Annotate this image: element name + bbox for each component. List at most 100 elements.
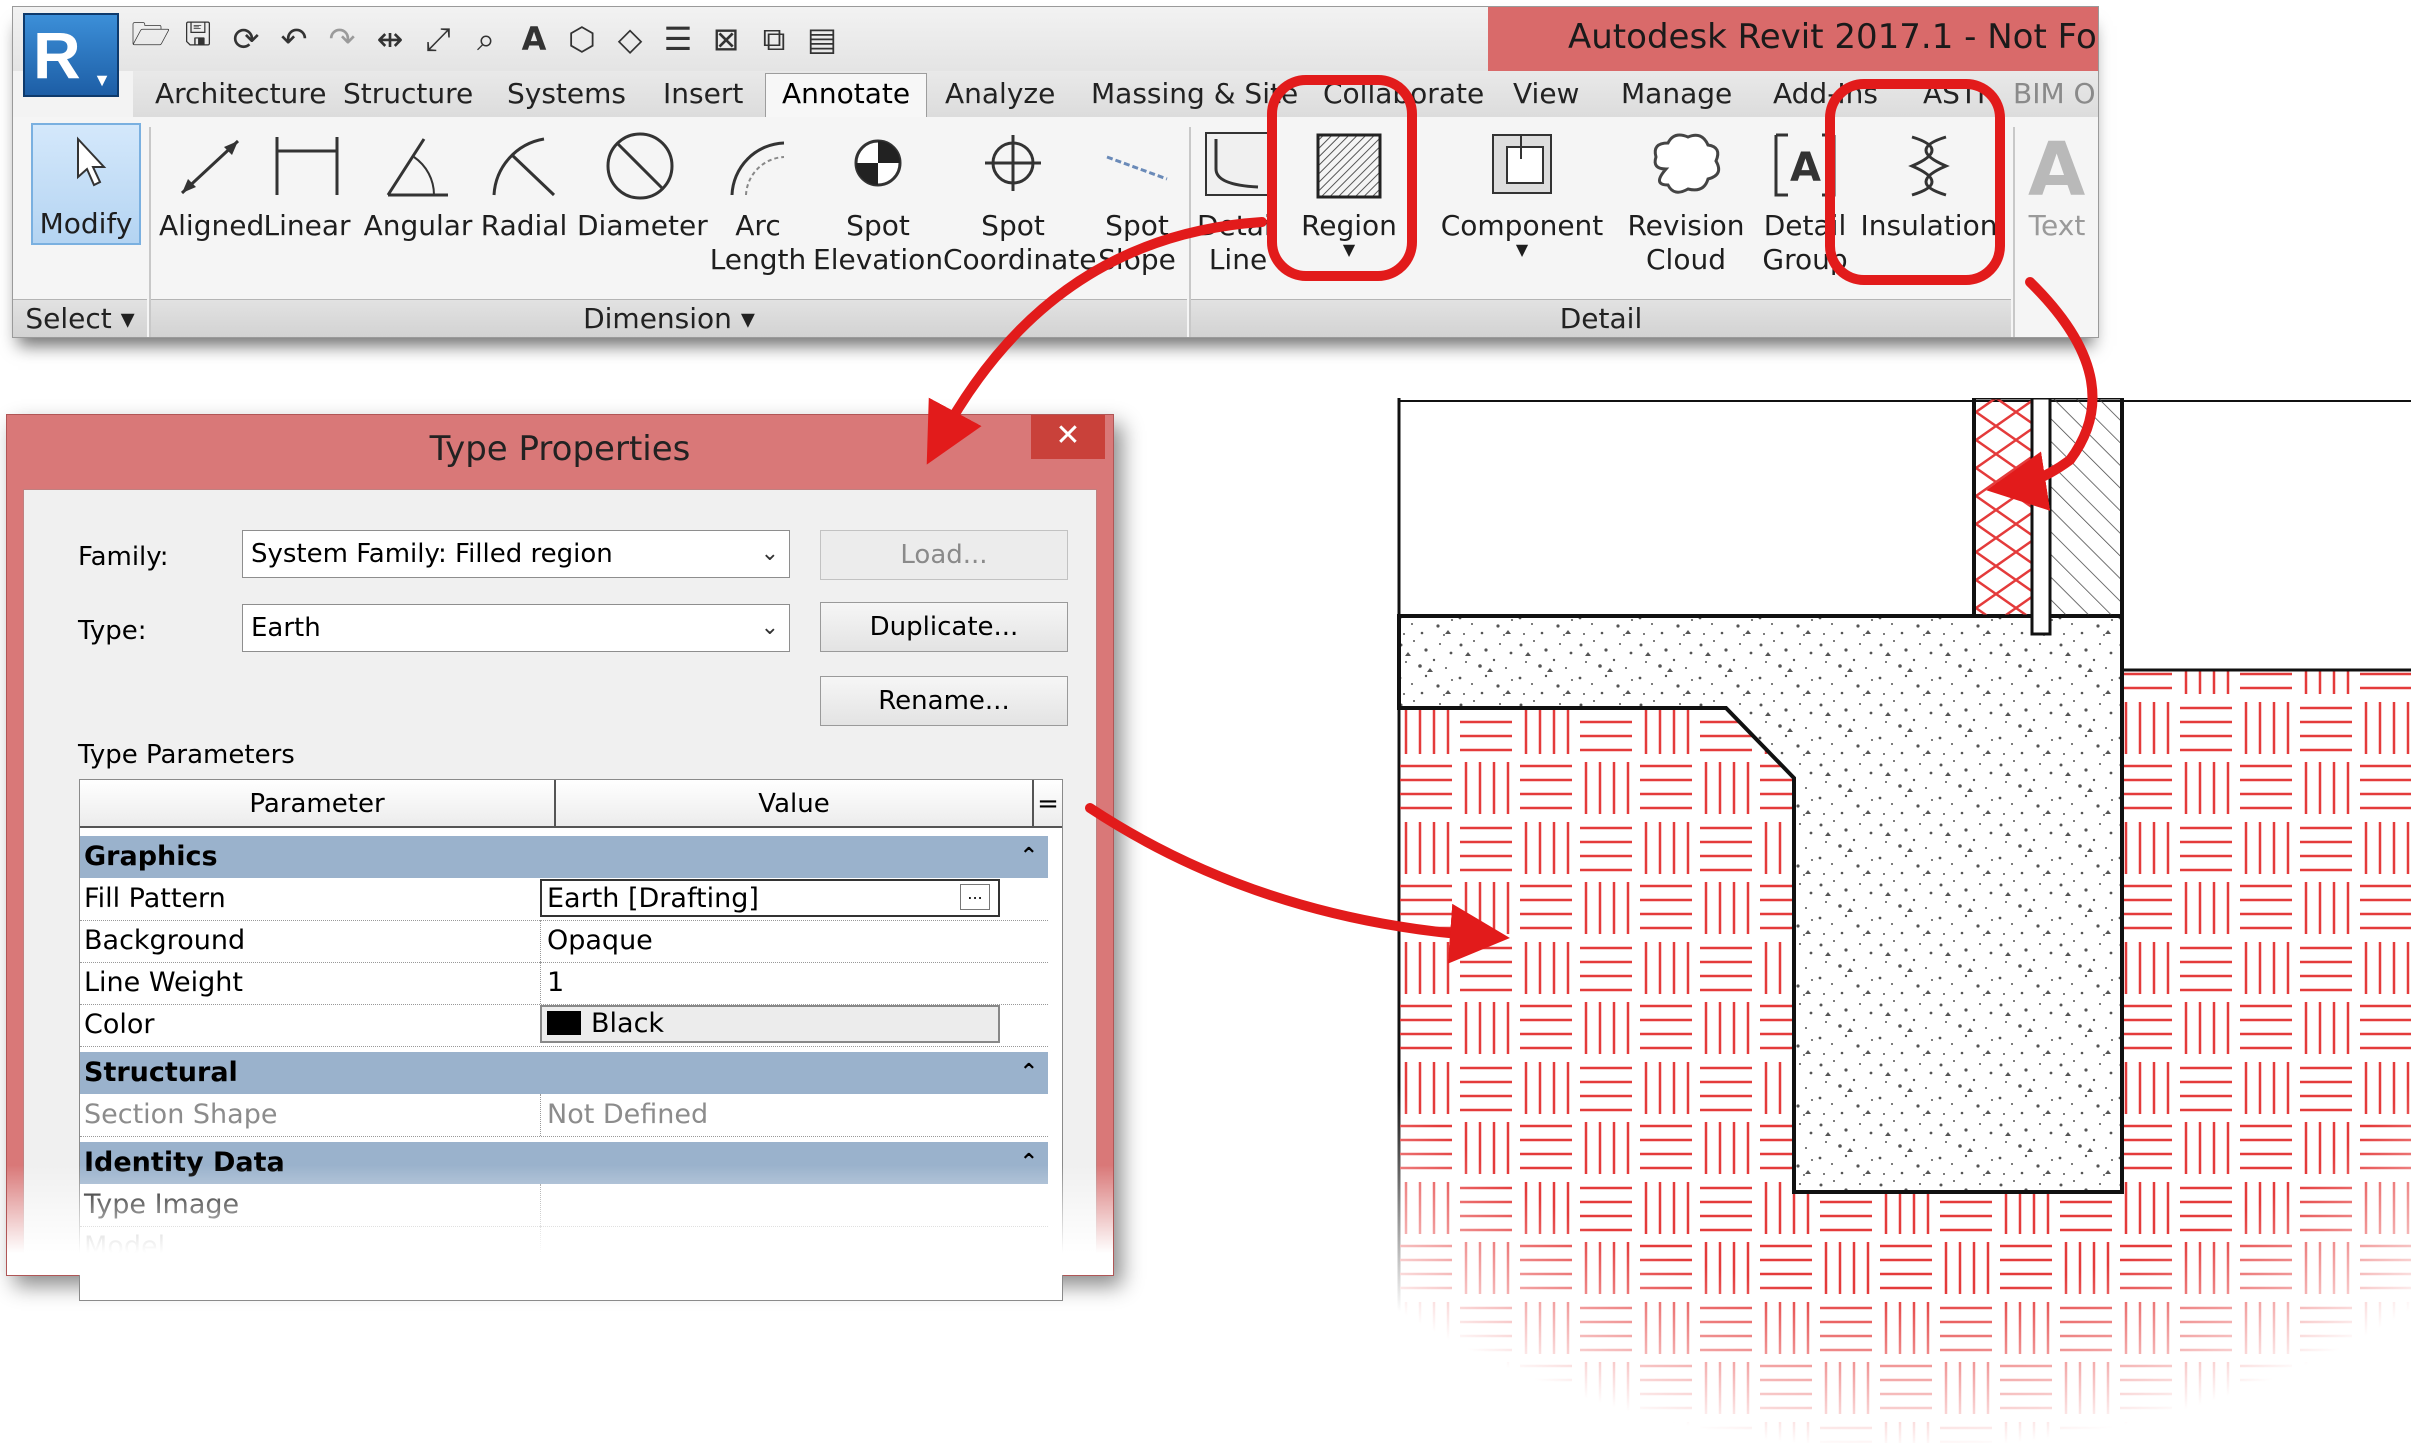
close-button[interactable]: ✕	[1031, 415, 1105, 459]
radial-dimension-button[interactable]: Radial	[479, 129, 569, 243]
rename-button[interactable]: Rename...	[820, 676, 1068, 726]
type-properties-dialog: Type Properties ✕ Family: System Family:…	[6, 414, 1114, 1301]
tab-annotate[interactable]: Annotate	[765, 73, 928, 120]
param-name: Fill Pattern	[84, 883, 226, 914]
switch-windows-icon[interactable]: ⧉	[755, 20, 793, 59]
sync-icon[interactable]: ⟳	[227, 20, 265, 58]
table-row[interactable]: Line Weight 1	[80, 962, 1048, 1005]
arc-length-button[interactable]: Arc Length	[703, 129, 813, 277]
measure-icon[interactable]: ⇹	[371, 20, 409, 58]
tab-add-ins[interactable]: Add-Ins	[1773, 77, 1878, 110]
detail-panel-footer[interactable]: Detail	[1191, 299, 2011, 337]
tab-structure[interactable]: Structure	[343, 77, 473, 110]
component-button[interactable]: Component ▼	[1437, 129, 1607, 258]
tab-analyze[interactable]: Analyze	[945, 77, 1055, 110]
browse-button[interactable]: ...	[960, 884, 990, 910]
tab-systems[interactable]: Systems	[507, 77, 626, 110]
linear-label: Linear	[263, 209, 351, 242]
section-identity-data[interactable]: Identity Data ⌃	[80, 1142, 1048, 1184]
detail-group-label: Detail Group	[1762, 209, 1848, 276]
type-parameters-label: Type Parameters	[78, 740, 295, 770]
tab-insert[interactable]: Insert	[663, 77, 743, 110]
detail-line-button[interactable]: Detail Line	[1197, 129, 1279, 277]
text-button[interactable]: A Text	[2019, 129, 2095, 243]
redo-icon[interactable]: ↷	[323, 20, 361, 58]
aligned-dimension-button[interactable]: Aligned	[159, 129, 264, 243]
linear-dimension-button[interactable]: Linear	[263, 129, 351, 243]
column-header-value[interactable]: Value	[556, 780, 1034, 828]
param-name: Line Weight	[84, 967, 243, 998]
tab-collaborate[interactable]: Collaborate	[1323, 77, 1484, 110]
tab-architecture[interactable]: Architecture	[155, 77, 326, 110]
param-value[interactable]: 1	[547, 967, 564, 998]
type-select[interactable]: Earth ⌄	[242, 604, 790, 652]
table-row[interactable]: Type Image	[80, 1184, 1048, 1227]
aligned-dimension-icon	[180, 139, 240, 195]
3d-view-icon[interactable]: ⬡	[563, 20, 601, 58]
tab-massing-site[interactable]: Massing & Site	[1091, 77, 1298, 110]
chevron-down-icon[interactable]: ▼	[1437, 242, 1607, 258]
tab-manage[interactable]: Manage	[1621, 77, 1732, 110]
table-row[interactable]: Model	[80, 1226, 1048, 1269]
text-icon[interactable]: A	[515, 20, 553, 58]
collapse-icon[interactable]: ⌃	[1020, 1052, 1038, 1094]
modify-button[interactable]: Modify	[31, 123, 141, 245]
revision-cloud-button[interactable]: Revision Cloud	[1621, 129, 1751, 277]
text-icon: A	[2028, 129, 2085, 203]
param-name: Model	[84, 1231, 166, 1262]
section-graphics[interactable]: Graphics ⌃	[80, 836, 1048, 878]
angular-dimension-button[interactable]: Angular	[363, 129, 473, 243]
family-select[interactable]: System Family: Filled region ⌄	[242, 530, 790, 578]
dimension-icon[interactable]: ⤢	[419, 20, 457, 59]
param-value[interactable]: Earth [Drafting]	[547, 883, 759, 914]
insulation-button[interactable]: Insulation	[1859, 129, 1999, 243]
dialog-title: Type Properties	[429, 429, 691, 469]
chevron-down-icon[interactable]: ▼	[1289, 242, 1409, 258]
svg-text:A: A	[2028, 129, 2085, 203]
column-header-parameter[interactable]: Parameter	[80, 780, 556, 828]
undo-icon[interactable]: ↶	[275, 20, 313, 58]
diameter-dimension-button[interactable]: Diameter	[577, 129, 708, 243]
collapse-icon[interactable]: ⌃	[1020, 836, 1038, 878]
linear-dimension-icon	[275, 137, 339, 195]
select-panel-footer[interactable]: Select ▾	[13, 299, 147, 337]
table-row[interactable]: Background Opaque	[80, 920, 1048, 963]
angular-label: Angular	[363, 209, 473, 242]
section-structural[interactable]: Structural ⌃	[80, 1052, 1048, 1094]
type-value: Earth	[251, 613, 321, 643]
wall-masonry[interactable]	[2048, 398, 2124, 618]
param-value[interactable]: Black	[547, 1008, 664, 1039]
diameter-label: Diameter	[577, 209, 708, 242]
spot-coordinate-button[interactable]: Spot Coordinate	[943, 129, 1097, 277]
detail-group-button[interactable]: A Detail Group	[1757, 129, 1853, 277]
thin-lines-icon[interactable]: ☰	[659, 20, 697, 58]
table-row[interactable]: Fill Pattern Earth [Drafting] ...	[80, 878, 1048, 921]
chevron-down-icon: ⌄	[760, 615, 779, 640]
save-icon[interactable]: 🖫	[179, 12, 217, 66]
spot-slope-button[interactable]: Spot Slope	[1089, 129, 1185, 277]
spot-elevation-button[interactable]: Spot Elevation	[813, 129, 943, 277]
region-button[interactable]: Region ▼	[1289, 129, 1409, 258]
param-value[interactable]: Opaque	[547, 925, 653, 956]
dimension-panel-footer[interactable]: Dimension ▾	[151, 299, 1187, 337]
tab-asti[interactable]: ASTI	[1923, 77, 1985, 110]
radial-label: Radial	[480, 209, 568, 242]
column-header-formula[interactable]: =	[1034, 780, 1062, 828]
user-interface-icon[interactable]: ▤	[803, 20, 841, 58]
collapse-icon[interactable]: ⌃	[1020, 1142, 1038, 1184]
detail-section-drawing	[1396, 398, 2411, 1443]
tab-view[interactable]: View	[1513, 77, 1579, 110]
close-hidden-icon[interactable]: ⊠	[707, 20, 745, 58]
svg-text:A: A	[1790, 145, 1821, 191]
insulation-batt[interactable]	[1972, 398, 2034, 618]
tag-icon[interactable]: ⌕	[467, 20, 505, 59]
load-button[interactable]: Load...	[820, 530, 1068, 580]
duplicate-button[interactable]: Duplicate...	[820, 602, 1068, 652]
section-icon[interactable]: ◇	[611, 20, 649, 58]
table-row[interactable]: Color Black	[80, 1004, 1048, 1047]
tab-bim-on[interactable]: BIM On	[2013, 77, 2098, 110]
open-icon[interactable]: 🗁	[131, 12, 171, 66]
panel-separator	[2013, 127, 2015, 337]
spot-elevation-label: Spot Elevation	[813, 209, 944, 276]
revit-app-button[interactable]: R ▼	[23, 13, 119, 97]
